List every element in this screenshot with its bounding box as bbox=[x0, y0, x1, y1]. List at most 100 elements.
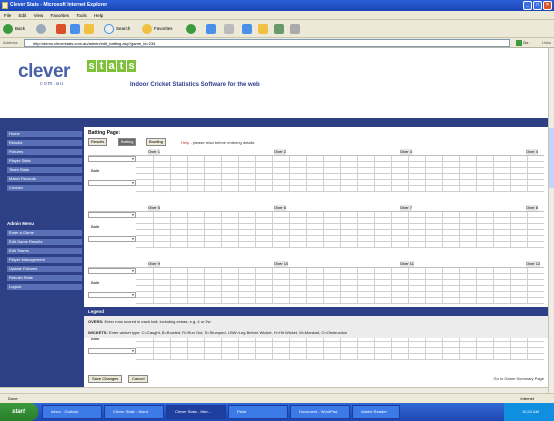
batsman-select[interactable] bbox=[88, 348, 136, 354]
ball-cell-divider bbox=[170, 242, 171, 248]
maximize-button[interactable]: □ bbox=[533, 1, 542, 10]
vertical-scrollbar[interactable] bbox=[548, 48, 554, 393]
sidebar-item-player-management[interactable]: Player Management bbox=[7, 257, 82, 263]
menu-tools[interactable]: Tools bbox=[76, 13, 87, 18]
scrollbar-thumb[interactable] bbox=[549, 128, 554, 188]
batsman-select[interactable] bbox=[88, 292, 136, 298]
ball-cell-divider bbox=[408, 354, 409, 360]
batsman-select[interactable] bbox=[88, 156, 136, 162]
batsman-label: Bat# bbox=[91, 168, 100, 173]
tab-results[interactable]: Results bbox=[88, 138, 108, 146]
header-divider bbox=[0, 118, 548, 127]
window-controls: _ □ × bbox=[523, 1, 552, 10]
ball-row[interactable] bbox=[136, 298, 544, 304]
close-button[interactable]: × bbox=[543, 1, 552, 10]
ball-cell-divider bbox=[306, 354, 307, 360]
ball-cell-divider bbox=[187, 354, 188, 360]
folder-button[interactable] bbox=[258, 23, 270, 35]
batsman-select[interactable] bbox=[88, 236, 136, 242]
start-button[interactable]: start bbox=[0, 403, 38, 421]
sidebar-item-home[interactable]: Home bbox=[7, 131, 82, 137]
refresh-button[interactable] bbox=[70, 23, 82, 35]
ball-cell-divider bbox=[187, 186, 188, 192]
ball-cell-divider bbox=[289, 298, 290, 304]
ball-row[interactable] bbox=[136, 354, 544, 360]
stats-letter: a bbox=[107, 60, 116, 72]
ball-cell-divider bbox=[510, 354, 511, 360]
print-button[interactable] bbox=[224, 23, 236, 35]
taskbar-item[interactable]: Document - WordPad bbox=[290, 405, 350, 419]
taskbar-item[interactable]: Clever Stats - Micr... bbox=[166, 405, 226, 419]
sidebar-item-player-stats[interactable]: Player Stats bbox=[7, 158, 82, 164]
ball-row[interactable] bbox=[136, 242, 544, 248]
sidebar-item-logout[interactable]: Logout bbox=[7, 284, 82, 290]
stop-button[interactable] bbox=[56, 23, 68, 35]
address-input[interactable]: http://demo.cleverstats.com.au/admin/edi… bbox=[24, 39, 510, 47]
ball-cell-divider bbox=[374, 186, 375, 192]
page-title: Batting Page: bbox=[88, 130, 121, 136]
browser-toolbar: Back Search Favorites bbox=[0, 20, 554, 38]
tab-batting[interactable]: Batting bbox=[118, 138, 137, 146]
legend-overs: OVERS: Enter runs scored in each ball, i… bbox=[84, 316, 548, 327]
batsman-select[interactable] bbox=[88, 180, 136, 186]
ball-cell-divider bbox=[272, 354, 273, 360]
ball-cell-divider bbox=[357, 242, 358, 248]
favorites-button[interactable]: Favorites bbox=[142, 23, 173, 35]
tab-bowling[interactable]: Bowling bbox=[146, 138, 167, 146]
brand-logo: clever bbox=[18, 61, 70, 82]
menu-help[interactable]: Help bbox=[94, 13, 103, 18]
ball-cell-divider bbox=[493, 354, 494, 360]
sidebar-item-contact[interactable]: Contact bbox=[7, 185, 82, 191]
menu-view[interactable]: View bbox=[34, 13, 44, 18]
sidebar-item-rebuild-stats[interactable]: Rebuild Stats bbox=[7, 275, 82, 281]
menu-file[interactable]: File bbox=[4, 13, 11, 18]
history-button[interactable] bbox=[186, 23, 198, 35]
sidebar-item-match-records[interactable]: Match Records bbox=[7, 176, 82, 182]
ball-cell-divider bbox=[493, 186, 494, 192]
go-button[interactable]: Go bbox=[516, 39, 536, 47]
cancel-button[interactable]: Cancel bbox=[128, 375, 149, 383]
messenger-button[interactable] bbox=[274, 23, 286, 35]
sidebar-item-enter-game[interactable]: Enter a Game bbox=[7, 230, 82, 236]
taskbar-item[interactable]: Paint bbox=[228, 405, 288, 419]
folder-icon bbox=[258, 23, 268, 34]
sidebar-item-edit-teams[interactable]: Edit Teams bbox=[7, 248, 82, 254]
taskbar-item[interactable]: Clever Stats - Word bbox=[104, 405, 164, 419]
sidebar-item-team-stats[interactable]: Team Stats bbox=[7, 167, 82, 173]
system-tray: 10:24 AM bbox=[504, 403, 554, 421]
save-changes-button[interactable]: Save Changes bbox=[88, 375, 123, 383]
edit-button[interactable] bbox=[242, 23, 254, 35]
sidebar-item-fixtures[interactable]: Fixtures bbox=[7, 149, 82, 155]
batsman-select[interactable] bbox=[88, 268, 136, 274]
links-button[interactable]: Links bbox=[542, 40, 551, 45]
ball-cell-divider bbox=[153, 298, 154, 304]
minimize-button[interactable]: _ bbox=[523, 1, 532, 10]
ball-cell-divider bbox=[255, 354, 256, 360]
menu-favorites[interactable]: Favorites bbox=[51, 13, 70, 18]
taskbar-item[interactable]: Adobe Reader bbox=[352, 405, 400, 419]
ball-cell-divider bbox=[340, 354, 341, 360]
back-button[interactable]: Back bbox=[3, 23, 25, 35]
search-button[interactable]: Search bbox=[104, 23, 130, 35]
sidebar-item-edit-results[interactable]: Edit Game Results bbox=[7, 239, 82, 245]
ball-cell-divider bbox=[425, 354, 426, 360]
home-button[interactable] bbox=[84, 23, 96, 35]
forward-button[interactable] bbox=[36, 23, 48, 35]
game-summary-link[interactable]: Go to Game Summary Page bbox=[494, 376, 544, 381]
batsman-select[interactable] bbox=[88, 212, 136, 218]
sidebar-item-update-fixtures[interactable]: Update Fixtures bbox=[7, 266, 82, 272]
ball-cell-divider bbox=[289, 354, 290, 360]
help-link[interactable]: Help bbox=[181, 140, 189, 145]
ball-row[interactable] bbox=[136, 186, 544, 192]
sidebar-item-results[interactable]: Results bbox=[7, 140, 82, 146]
ball-cell-divider bbox=[187, 298, 188, 304]
research-button[interactable] bbox=[290, 23, 302, 35]
ball-cell-divider bbox=[425, 298, 426, 304]
status-bar: Done Internet bbox=[0, 393, 554, 403]
legend-title: Legend bbox=[84, 307, 548, 316]
ball-cell-divider bbox=[357, 354, 358, 360]
research-icon bbox=[290, 23, 300, 34]
taskbar-item[interactable]: Inbox - Outlook bbox=[42, 405, 102, 419]
menu-edit[interactable]: Edit bbox=[19, 13, 27, 18]
mail-button[interactable] bbox=[206, 23, 218, 35]
